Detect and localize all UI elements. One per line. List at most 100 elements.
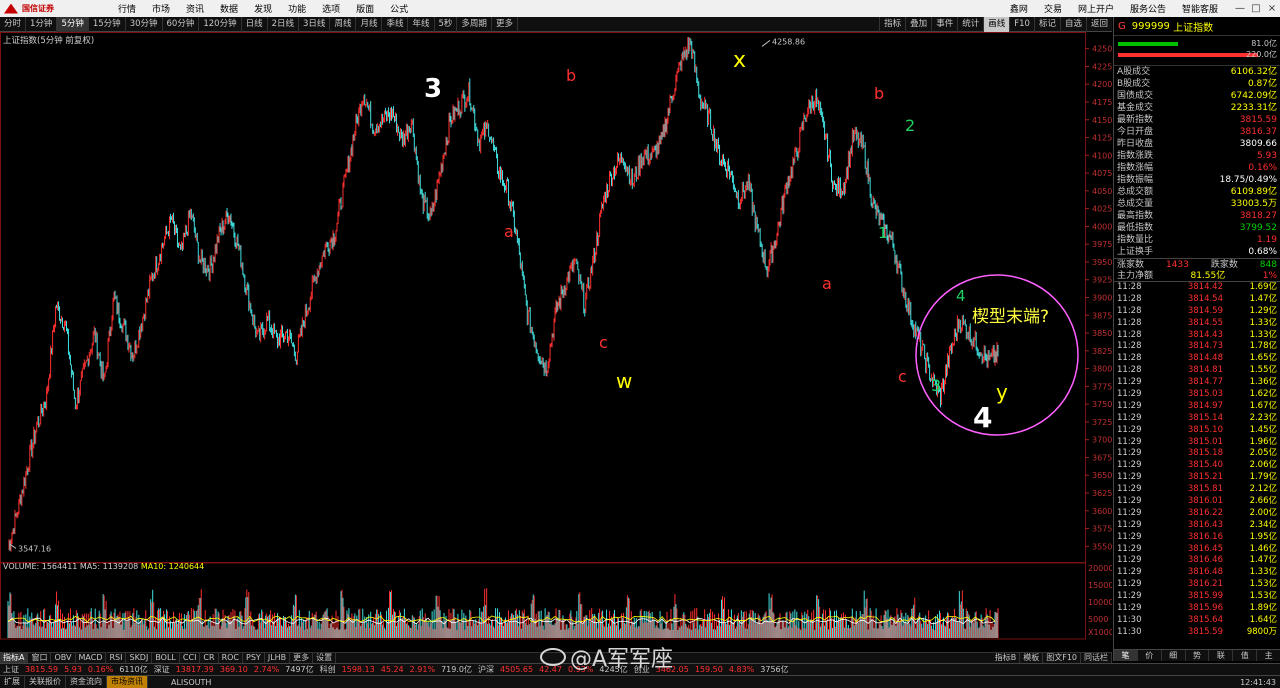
- tick-row: 11:29 3816.43 2.34亿: [1114, 520, 1280, 532]
- quote-stat-value: 3799.52: [1239, 223, 1277, 233]
- indicator-tab-9[interactable]: ROC: [219, 653, 244, 663]
- tick-row: 11:30 3815.59 9800万: [1114, 627, 1280, 639]
- y-tick-label: 3675: [1092, 453, 1112, 462]
- menu-item-5[interactable]: 功能: [280, 2, 314, 15]
- menu-item-6[interactable]: 选项: [314, 2, 348, 15]
- taskbar-item-3[interactable]: 市场资讯: [107, 676, 148, 688]
- quote-tab-6[interactable]: 主: [1257, 650, 1280, 661]
- period-tab-3[interactable]: 15分钟: [89, 16, 126, 32]
- period-tab-10[interactable]: 周线: [330, 16, 357, 32]
- tool-button-7[interactable]: 自选: [1059, 16, 1086, 32]
- tick-amount: 1.33亿: [1249, 317, 1277, 328]
- period-tab-5[interactable]: 60分钟: [163, 16, 200, 32]
- quote-g-label: G: [1118, 20, 1126, 32]
- tool-button-6[interactable]: 标记: [1033, 16, 1060, 32]
- tick-amount: 1.33亿: [1249, 567, 1277, 578]
- period-tab-8[interactable]: 2日线: [268, 16, 300, 32]
- menu-item-2[interactable]: 资讯: [178, 2, 212, 15]
- right-menu-item-1[interactable]: 交易: [1036, 2, 1070, 15]
- wave-label-b2: b: [874, 84, 885, 103]
- indicator-tab-10[interactable]: PSY: [243, 653, 265, 663]
- y-tick-label: 3575: [1092, 525, 1112, 534]
- indicator-tab-11[interactable]: JLHB: [265, 653, 291, 663]
- period-tab-14[interactable]: 5秒: [435, 16, 458, 32]
- quote-tab-3[interactable]: 势: [1186, 650, 1210, 661]
- minimize-icon[interactable]: —: [1232, 3, 1248, 14]
- indicator-tab-6[interactable]: BOLL: [152, 653, 180, 663]
- taskbar-item-0[interactable]: 扩展: [0, 676, 25, 688]
- taskbar-item-1[interactable]: 关联报价: [25, 676, 66, 688]
- period-tab-9[interactable]: 3日线: [299, 16, 331, 32]
- indicator-right-tab-1[interactable]: 模板: [1020, 653, 1044, 663]
- period-tab-4[interactable]: 30分钟: [126, 16, 163, 32]
- kline-chart[interactable]: 4250 4225 4200 4175 4150 4125 4100 4075 4050 4025…: [0, 32, 1112, 640]
- indicator-tab-5[interactable]: SKDJ: [126, 653, 153, 663]
- tick-amount: 1.64亿: [1249, 614, 1277, 625]
- tick-time: 11:29: [1117, 555, 1142, 566]
- period-tab-15[interactable]: 多周期: [457, 16, 492, 32]
- quote-tab-5[interactable]: 值: [1233, 650, 1258, 661]
- menu-item-1[interactable]: 市场: [144, 2, 178, 15]
- tick-time: 11:29: [1117, 531, 1142, 542]
- brand-logo: 国信证券: [0, 3, 110, 14]
- tick-list[interactable]: 11:28 3814.42 1.69亿 11:28 3814.54 1.47亿 11:28 3…: [1114, 282, 1280, 639]
- period-tab-13[interactable]: 年线: [408, 16, 435, 32]
- right-menu-item-0[interactable]: 鑫网: [1002, 2, 1036, 15]
- wave-label-c1: c: [599, 333, 608, 352]
- tool-button-8[interactable]: 返回: [1085, 16, 1112, 32]
- period-tab-7[interactable]: 日线: [242, 16, 268, 32]
- maximize-icon[interactable]: □: [1248, 3, 1264, 14]
- quote-stat-row: 指数涨跌 5.93: [1114, 150, 1280, 162]
- indicator-tab-12[interactable]: 更多: [290, 653, 314, 663]
- menu-item-7[interactable]: 版面: [348, 2, 382, 15]
- indicator-tab-0[interactable]: 指标A: [0, 653, 29, 663]
- tool-button-0[interactable]: 指标: [879, 16, 905, 32]
- quote-tab-4[interactable]: 联: [1209, 650, 1234, 661]
- indicator-tab-3[interactable]: MACD: [76, 653, 107, 663]
- chart-svg[interactable]: 4250 4225 4200 4175 4150 4125 4100 4075 4050 4025…: [0, 32, 1112, 640]
- menu-item-3[interactable]: 数据: [212, 2, 246, 15]
- period-tab-12[interactable]: 季线: [382, 16, 409, 32]
- right-menu-item-4[interactable]: 智能客服: [1174, 2, 1226, 15]
- indicator-tab-4[interactable]: RSI: [106, 653, 127, 663]
- quote-tab-0[interactable]: 笔: [1114, 650, 1138, 661]
- status-value: 1598.13: [341, 665, 375, 674]
- tool-button-3[interactable]: 统计: [957, 16, 983, 32]
- period-tab-1[interactable]: 1分钟: [26, 16, 58, 32]
- tool-button-2[interactable]: 事件: [931, 16, 957, 32]
- net-row: 主力净额 81.55亿 1%: [1114, 270, 1280, 282]
- period-tab-2[interactable]: 5分钟: [57, 16, 89, 32]
- menu-item-8[interactable]: 公式: [382, 2, 416, 15]
- net-pct: 1%: [1262, 271, 1277, 281]
- menu-item-0[interactable]: 行情: [110, 2, 144, 15]
- quote-tab-2[interactable]: 细: [1162, 650, 1186, 661]
- indicator-right-tab-3[interactable]: 同话栏: [1081, 653, 1112, 663]
- indicator-tab-13[interactable]: 设置: [313, 653, 337, 663]
- indicator-tab-1[interactable]: 窗口: [28, 653, 52, 663]
- status-change: 369.10: [219, 665, 248, 674]
- wave-label-y: y: [996, 380, 1008, 404]
- status-value: 13817.39: [175, 665, 214, 674]
- indicator-tab-2[interactable]: OBV: [51, 653, 76, 663]
- period-tab-6[interactable]: 120分钟: [199, 16, 242, 32]
- indicator-right-tab-0[interactable]: 指标B: [992, 653, 1021, 663]
- period-tab-16[interactable]: 更多: [492, 16, 518, 32]
- right-menu-item-3[interactable]: 服务公告: [1122, 2, 1174, 15]
- close-icon[interactable]: ×: [1264, 3, 1280, 14]
- period-tab-11[interactable]: 月线: [356, 16, 383, 32]
- tool-button-4[interactable]: 画线: [983, 16, 1010, 32]
- tick-amount: 1.96亿: [1249, 436, 1277, 447]
- indicator-tab-8[interactable]: CR: [200, 653, 219, 663]
- menu-item-4[interactable]: 发现: [246, 2, 280, 15]
- taskbar-item-2[interactable]: 资金流向: [66, 676, 107, 688]
- tool-button-5[interactable]: F10: [1009, 16, 1034, 32]
- indicator-right-tab-2[interactable]: 图文F10: [1043, 653, 1081, 663]
- tool-button-1[interactable]: 叠加: [905, 16, 931, 32]
- right-menu-item-2[interactable]: 网上开户: [1070, 2, 1122, 15]
- indicator-tab-7[interactable]: CCI: [180, 653, 201, 663]
- status-change: 5.93: [64, 665, 82, 674]
- period-tab-0[interactable]: 分时: [0, 16, 27, 32]
- quote-stat-label: 总成交量: [1117, 199, 1154, 209]
- tick-row: 11:29 3816.01 2.66亿: [1114, 496, 1280, 508]
- quote-tab-1[interactable]: 价: [1138, 650, 1162, 661]
